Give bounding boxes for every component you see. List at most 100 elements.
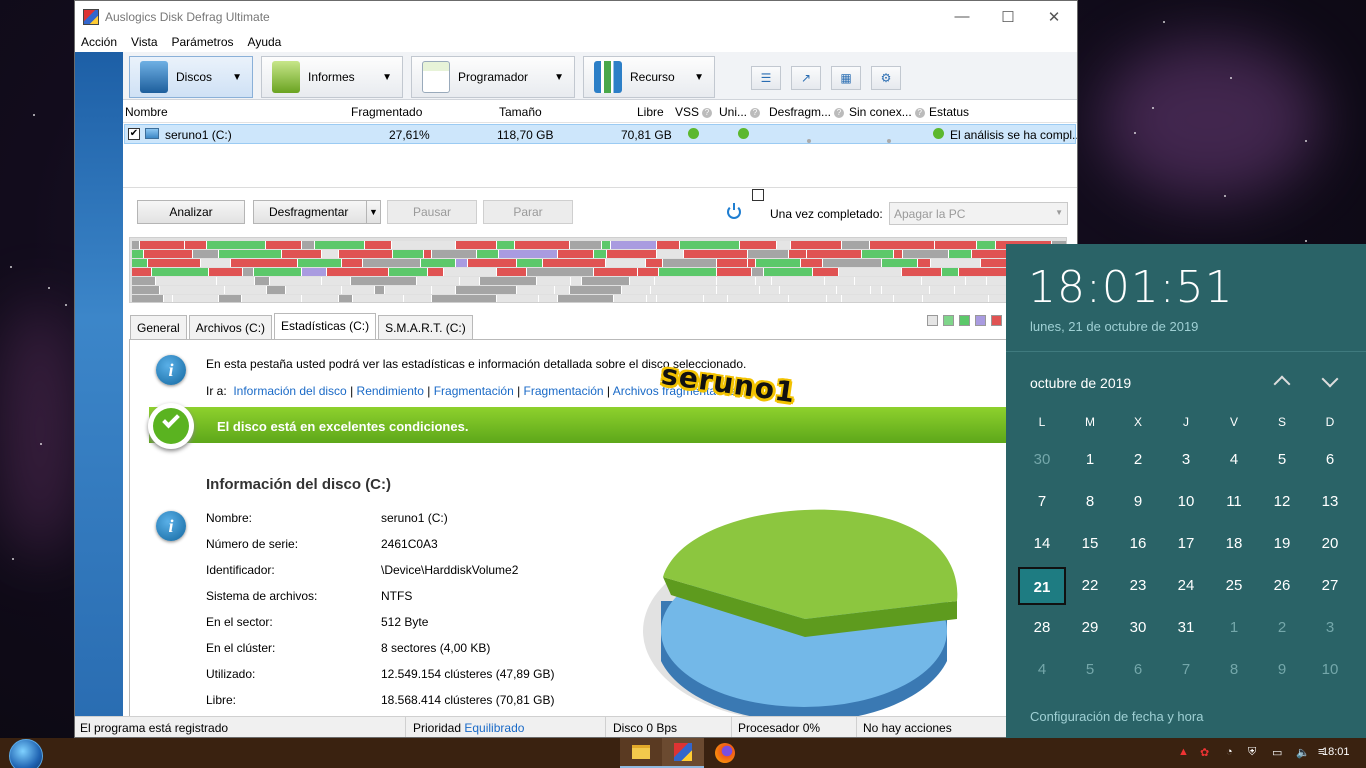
- calendar-day[interactable]: 15: [1066, 525, 1114, 563]
- start-button[interactable]: [9, 739, 43, 768]
- calendar-day[interactable]: 31: [1162, 609, 1210, 647]
- battery-icon[interactable]: ▭: [1272, 746, 1282, 759]
- toolbar-discos[interactable]: Discos ▼: [129, 56, 253, 98]
- defrag-button[interactable]: Desfragmentar: [253, 200, 367, 224]
- close-button[interactable]: ✕: [1031, 1, 1077, 32]
- calendar-day-today[interactable]: 21: [1018, 567, 1066, 605]
- calendar-day[interactable]: 20: [1306, 525, 1354, 563]
- col-size[interactable]: Tamaño: [499, 105, 542, 119]
- link-fragmentation-2[interactable]: Fragmentación: [524, 384, 604, 398]
- chevron-down-icon[interactable]: [1321, 370, 1339, 388]
- col-fragmented[interactable]: Fragmentado: [351, 105, 422, 119]
- col-vss[interactable]: VSS?: [675, 105, 713, 119]
- calendar-day[interactable]: 4: [1210, 441, 1258, 479]
- security-shield-icon[interactable]: ⛨: [1248, 746, 1256, 759]
- graph-icon[interactable]: ↗: [791, 66, 821, 90]
- defrag-dropdown-button[interactable]: ▼: [366, 200, 381, 224]
- calendar-day[interactable]: 8: [1066, 483, 1114, 521]
- wifi-icon[interactable]: ◔: [1226, 746, 1233, 758]
- stop-button[interactable]: Parar: [483, 200, 573, 224]
- calendar-day[interactable]: 7: [1162, 651, 1210, 689]
- calendar-day[interactable]: 9: [1258, 651, 1306, 689]
- flyout-date[interactable]: lunes, 21 de octubre de 2019: [1030, 319, 1198, 334]
- tab-archivos[interactable]: Archivos (C:): [188, 315, 273, 339]
- calendar-day[interactable]: 22: [1066, 567, 1114, 605]
- calendar-day[interactable]: 29: [1066, 609, 1114, 647]
- analyze-button[interactable]: Analizar: [137, 200, 245, 224]
- calendar-day[interactable]: 10: [1306, 651, 1354, 689]
- toolbar-informes[interactable]: Informes ▼: [261, 56, 403, 98]
- dropdown-arrow-icon[interactable]: ▼: [554, 72, 564, 83]
- col-status[interactable]: Estatus: [929, 105, 969, 119]
- tab-general[interactable]: General: [130, 315, 187, 339]
- calendar-day[interactable]: 30: [1114, 609, 1162, 647]
- calendar-day[interactable]: 5: [1066, 651, 1114, 689]
- taskbar-firefox[interactable]: [704, 738, 746, 768]
- taskbar-explorer[interactable]: [620, 738, 662, 768]
- col-unified[interactable]: Uni...?: [719, 105, 761, 119]
- menu-vista[interactable]: Vista: [131, 35, 157, 49]
- tab-estadisticas[interactable]: Estadísticas (C:): [274, 313, 377, 339]
- dropdown-arrow-icon[interactable]: ▼: [382, 72, 392, 83]
- cluster-map-icon[interactable]: ▦: [831, 66, 861, 90]
- taskbar-disk-defrag[interactable]: [662, 738, 704, 768]
- col-defrag[interactable]: Desfragm...?: [769, 105, 845, 119]
- calendar-day[interactable]: 30: [1018, 441, 1066, 479]
- minimize-button[interactable]: —: [939, 1, 985, 32]
- calendar-day[interactable]: 1: [1210, 609, 1258, 647]
- calendar-day[interactable]: 3: [1162, 441, 1210, 479]
- when-done-select[interactable]: Apagar la PC ▼: [889, 202, 1068, 225]
- calendar-day[interactable]: 12: [1258, 483, 1306, 521]
- settings-gear-icon[interactable]: ⚙: [871, 66, 901, 90]
- calendar-day[interactable]: 24: [1162, 567, 1210, 605]
- calendar-day[interactable]: 19: [1258, 525, 1306, 563]
- taskbar-clock[interactable]: 18:01: [1322, 746, 1350, 758]
- legend-fragmented[interactable]: [991, 315, 1002, 326]
- legend-defragmented[interactable]: [943, 315, 954, 326]
- calendar-day[interactable]: 4: [1018, 651, 1066, 689]
- calendar-day[interactable]: 25: [1210, 567, 1258, 605]
- calendar-day[interactable]: 6: [1306, 441, 1354, 479]
- col-free[interactable]: Libre: [637, 105, 664, 119]
- calendar-day[interactable]: 5: [1258, 441, 1306, 479]
- link-performance[interactable]: Rendimiento: [357, 384, 424, 398]
- calendar-day[interactable]: 26: [1258, 567, 1306, 605]
- legend-defragmented-2[interactable]: [959, 315, 970, 326]
- pause-button[interactable]: Pausar: [387, 200, 477, 224]
- calendar-day[interactable]: 28: [1018, 609, 1066, 647]
- calendar-day[interactable]: 23: [1114, 567, 1162, 605]
- link-disk-info[interactable]: Información del disco: [233, 384, 346, 398]
- calendar-day[interactable]: 10: [1162, 483, 1210, 521]
- calendar-day[interactable]: 27: [1306, 567, 1354, 605]
- volume-icon[interactable]: 🔈: [1296, 746, 1310, 759]
- calendar-day[interactable]: 7: [1018, 483, 1066, 521]
- title-bar[interactable]: Auslogics Disk Defrag Ultimate — ☐ ✕: [75, 1, 1077, 32]
- calendar-day[interactable]: 6: [1114, 651, 1162, 689]
- disk-row[interactable]: ✔ seruno1 (C:) 27,61% 118,70 GB 70,81 GB…: [124, 124, 1077, 144]
- calendar-day[interactable]: 2: [1258, 609, 1306, 647]
- calendar-day[interactable]: 1: [1066, 441, 1114, 479]
- calendar-day[interactable]: 18: [1210, 525, 1258, 563]
- status-priority[interactable]: Prioridad Equilibrado: [413, 721, 524, 735]
- cluster-map[interactable]: [129, 237, 1067, 303]
- chevron-up-icon[interactable]: [1273, 375, 1291, 393]
- dropdown-arrow-icon[interactable]: ▼: [232, 72, 242, 83]
- toolbar-recurso[interactable]: Recurso ▼: [583, 56, 715, 98]
- list-view-icon[interactable]: ☰: [751, 66, 781, 90]
- calendar-day[interactable]: 14: [1018, 525, 1066, 563]
- small-checkbox[interactable]: [752, 189, 764, 201]
- calendar-month[interactable]: octubre de 2019: [1030, 375, 1131, 391]
- maximize-button[interactable]: ☐: [985, 1, 1031, 32]
- calendar-day[interactable]: 11: [1210, 483, 1258, 521]
- disk-checkbox[interactable]: ✔: [128, 128, 140, 140]
- calendar-day[interactable]: 17: [1162, 525, 1210, 563]
- tab-smart[interactable]: S.M.A.R.T. (C:): [378, 315, 473, 339]
- tray-app-icon-2[interactable]: ✿: [1200, 746, 1209, 759]
- menu-ayuda[interactable]: Ayuda: [248, 35, 282, 49]
- col-name[interactable]: Nombre: [125, 105, 168, 119]
- toolbar-programador[interactable]: Programador ▼: [411, 56, 575, 98]
- link-fragmentation[interactable]: Fragmentación: [434, 384, 514, 398]
- menu-parametros[interactable]: Parámetros: [172, 35, 234, 49]
- date-time-settings-link[interactable]: Configuración de fecha y hora: [1030, 709, 1203, 724]
- calendar-day[interactable]: 16: [1114, 525, 1162, 563]
